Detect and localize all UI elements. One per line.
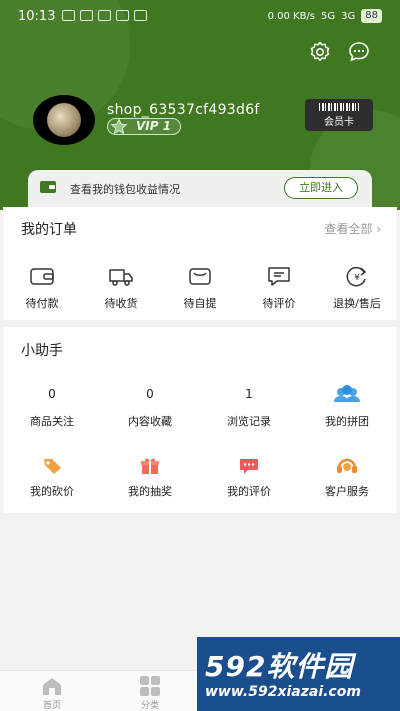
watermark-brand: 592软件园 <box>205 650 354 683</box>
order-pending-review[interactable]: 待评价 <box>247 264 311 311</box>
customer-service[interactable]: 客户服务 <box>302 457 392 499</box>
tool-label: 我的评价 <box>227 485 271 498</box>
username: shop_63537cf493d6f <box>107 102 260 118</box>
stat-label: 浏览记录 <box>227 415 271 428</box>
group-buy-label: 我的拼团 <box>325 415 369 428</box>
watermark-url: www.592xiazai.com <box>205 684 361 700</box>
svg-text:¥: ¥ <box>354 273 360 283</box>
gift-icon <box>141 458 159 474</box>
status-time: 10:13 <box>18 9 56 24</box>
tag-icon <box>44 459 61 474</box>
notification-icons <box>62 10 147 21</box>
group-icon <box>334 385 360 402</box>
bag-icon <box>189 268 211 285</box>
order-pending-receipt[interactable]: 待收货 <box>89 264 153 311</box>
stat-value: 0 <box>146 387 154 401</box>
home-icon <box>43 678 61 695</box>
barcode-icon <box>319 103 359 111</box>
wallet-icon <box>40 181 56 193</box>
avatar-image <box>47 103 81 137</box>
tool-label: 客户服务 <box>325 485 369 498</box>
refund-icon: ¥ <box>346 266 367 287</box>
order-pending-pickup[interactable]: 待自提 <box>168 264 232 311</box>
wallet-icon <box>30 268 54 285</box>
notification-icon <box>80 10 93 21</box>
stat-value: 0 <box>48 387 56 401</box>
grid-icon <box>140 676 160 696</box>
member-card-button[interactable]: 会员卡 <box>305 99 373 131</box>
my-lottery[interactable]: 我的抽奖 <box>105 457 195 499</box>
status-bar: 10:13 0.00 KB/s 5G 3G 88 <box>0 0 400 32</box>
tab-home[interactable]: 首页 <box>22 676 82 711</box>
signal-label: 5G <box>321 10 336 22</box>
status-right: 0.00 KB/s 5G 3G 88 <box>268 9 382 23</box>
order-label: 待评价 <box>262 297 296 310</box>
tab-label: 分类 <box>140 701 159 711</box>
order-label: 待收货 <box>104 297 138 310</box>
notification-icon <box>98 10 111 21</box>
review-icon <box>240 459 258 474</box>
wallet-text: 查看我的钱包收益情况 <box>70 183 180 196</box>
profile-header: 10:13 0.00 KB/s 5G 3G 88 shop_63537cf493… <box>0 0 400 210</box>
enter-wallet-button[interactable]: 立即进入 <box>284 177 358 199</box>
stat-saved-content[interactable]: 0 内容收藏 <box>105 387 195 429</box>
member-card-label: 会员卡 <box>324 117 354 128</box>
tool-label: 我的砍价 <box>30 485 74 498</box>
helper-title: 小助手 <box>21 343 63 359</box>
truck-icon <box>109 269 133 286</box>
vip-badge: VIP 1 <box>107 118 181 135</box>
my-group-buy[interactable]: 我的拼团 <box>302 383 392 429</box>
stat-followed-products[interactable]: 0 商品关注 <box>7 387 97 429</box>
my-reviews[interactable]: 我的评价 <box>204 457 294 499</box>
wallet-banner[interactable]: 查看我的钱包收益情况 立即进入 <box>28 170 372 210</box>
network-speed: 0.00 KB/s <box>267 10 316 22</box>
vip-level: VIP 1 <box>136 119 172 133</box>
gear-icon[interactable] <box>308 40 332 64</box>
tab-category[interactable]: 分类 <box>120 676 180 711</box>
order-label: 待自提 <box>183 297 217 310</box>
view-all-orders-link[interactable]: 查看全部 › <box>324 220 381 237</box>
order-label: 待付款 <box>25 297 59 310</box>
headset-icon <box>337 458 357 473</box>
orders-title: 我的订单 <box>21 222 77 238</box>
stat-label: 商品关注 <box>30 415 74 428</box>
site-watermark: 592软件园 www.592xiazai.com <box>197 637 400 711</box>
helper-card: 小助手 0 商品关注 0 内容收藏 1 浏览记录 我的拼团 我的砍价 我的抽奖 … <box>3 327 397 513</box>
stat-browse-history[interactable]: 1 浏览记录 <box>204 387 294 429</box>
notification-icon <box>134 10 147 21</box>
notification-icon <box>116 10 129 21</box>
order-label: 退换/售后 <box>333 297 381 310</box>
message-icon[interactable] <box>347 40 371 64</box>
vip-star-icon <box>110 118 128 135</box>
order-pending-payment[interactable]: 待付款 <box>10 264 74 311</box>
tab-label: 首页 <box>42 701 61 711</box>
order-refund[interactable]: ¥ 退换/售后 <box>325 264 389 311</box>
orders-card: 我的订单 查看全部 › 待付款 待收货 待自提 待评价 ¥ 退换/售后 <box>3 207 397 320</box>
avatar[interactable] <box>33 95 95 145</box>
stat-label: 内容收藏 <box>128 415 172 428</box>
battery-indicator: 88 <box>361 9 382 23</box>
signal-label: 3G <box>341 10 356 22</box>
notification-icon <box>62 10 75 21</box>
my-bargain[interactable]: 我的砍价 <box>7 457 97 499</box>
tool-label: 我的抽奖 <box>128 485 172 498</box>
comment-icon <box>268 267 290 286</box>
stat-value: 1 <box>245 387 253 401</box>
